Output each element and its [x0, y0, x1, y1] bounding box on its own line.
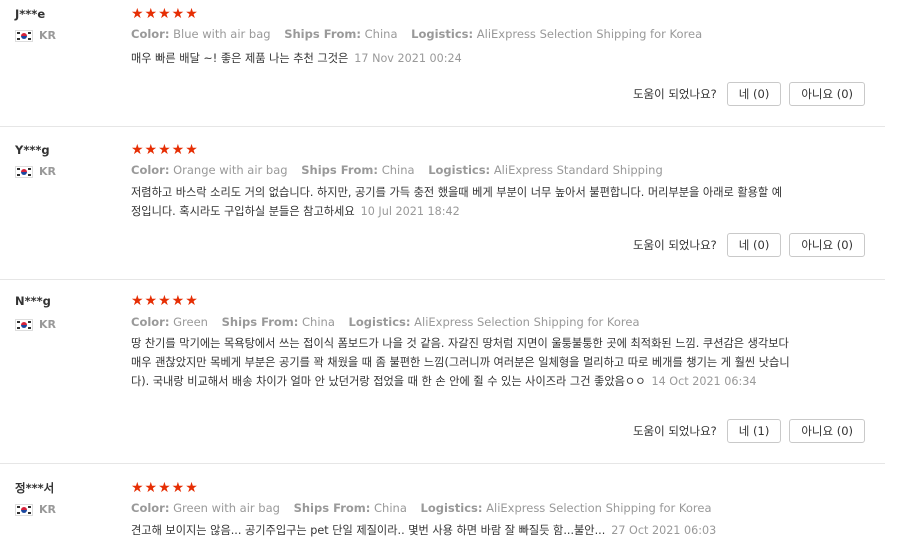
- logistics-value: AliExpress Selection Shipping for Korea: [486, 501, 712, 515]
- korea-flag-icon: [15, 29, 33, 42]
- ships-from-value: China: [381, 163, 415, 177]
- country-code: KR: [39, 318, 56, 331]
- helpful-yes-button[interactable]: 네 (0): [726, 233, 782, 257]
- color-label: Color:: [131, 315, 170, 329]
- star-rating-icon: ★★★★★: [131, 6, 199, 22]
- reviewer-name: J***e: [15, 7, 46, 21]
- review-attributes: Color: Green Ships From: China Logistics…: [131, 315, 650, 329]
- review-text: 매우 빠른 배달 ~! 좋은 제품 나는 추천 그것은: [131, 52, 349, 65]
- review-attributes: Color: Green with air bag Ships From: Ch…: [131, 501, 722, 515]
- review-date: 14 Oct 2021 06:34: [651, 375, 757, 388]
- ships-from-value: China: [374, 501, 407, 515]
- reviewer-country: KR: [15, 165, 56, 178]
- star-rating-icon: ★★★★★: [131, 480, 199, 496]
- korea-flag-icon: [15, 318, 33, 331]
- country-code: KR: [39, 29, 56, 42]
- review-attributes: Color: Blue with air bag Ships From: Chi…: [131, 27, 712, 41]
- logistics-label: Logistics:: [411, 27, 474, 41]
- country-code: KR: [39, 503, 56, 516]
- ships-from-label: Ships From:: [293, 501, 371, 515]
- review-attributes: Color: Orange with air bag Ships From: C…: [131, 163, 673, 177]
- country-code: KR: [39, 165, 56, 178]
- helpful-no-button[interactable]: 아니요 (0): [789, 419, 865, 443]
- helpful-question: 도움이 되었나요?: [632, 87, 717, 101]
- review-content: 저렴하고 바스락 소리도 거의 없습니다. 하지만, 공기를 가득 충전 했을때…: [131, 183, 791, 221]
- helpful-no-button[interactable]: 아니요 (0): [789, 82, 865, 106]
- review-content: 매우 빠른 배달 ~! 좋은 제품 나는 추천 그것은 17 Nov 2021 0…: [131, 49, 791, 68]
- review-date: 17 Nov 2021 00:24: [354, 52, 462, 65]
- helpful-vote: 도움이 되었나요? 네 (0) 아니요 (0): [633, 82, 865, 106]
- korea-flag-icon: [15, 503, 33, 516]
- color-label: Color:: [131, 501, 170, 515]
- color-value: Orange with air bag: [173, 163, 288, 177]
- korea-flag-icon: [15, 165, 33, 178]
- color-value: Blue with air bag: [173, 27, 271, 41]
- logistics-value: AliExpress Selection Shipping for Korea: [414, 315, 640, 329]
- review-date: 10 Jul 2021 18:42: [360, 205, 460, 218]
- ships-from-value: China: [364, 27, 398, 41]
- helpful-no-button[interactable]: 아니요 (0): [789, 233, 865, 257]
- reviewer-country: KR: [15, 318, 56, 331]
- ships-from-label: Ships From:: [284, 27, 361, 41]
- color-label: Color:: [131, 163, 170, 177]
- review-item: 정***서 KR ★★★★★ Color: Green with air bag…: [0, 464, 885, 544]
- review-item: J***e KR ★★★★★ Color: Blue with air bag …: [0, 0, 885, 127]
- color-value: Green with air bag: [173, 501, 280, 515]
- ships-from-label: Ships From:: [221, 315, 299, 329]
- star-rating-icon: ★★★★★: [131, 293, 199, 309]
- reviewer-name: 정***서: [15, 481, 55, 495]
- logistics-value: AliExpress Selection Shipping for Korea: [476, 27, 703, 41]
- review-content: 땅 찬기를 막기에는 목욕탕에서 쓰는 접이식 폼보드가 나을 것 같음. 자갈…: [131, 334, 791, 391]
- star-rating-icon: ★★★★★: [131, 142, 199, 158]
- helpful-question: 도움이 되었나요?: [632, 238, 717, 252]
- logistics-label: Logistics:: [348, 315, 411, 329]
- ships-from-label: Ships From:: [301, 163, 379, 177]
- helpful-vote: 도움이 되었나요? 네 (0) 아니요 (0): [633, 233, 865, 257]
- review-item: Y***g KR ★★★★★ Color: Orange with air ba…: [0, 127, 885, 280]
- logistics-label: Logistics:: [428, 163, 491, 177]
- review-text: 견고해 보이지는 않음... 공기주입구는 pet 단일 제질이라.. 몇번 사…: [131, 524, 606, 537]
- color-value: Green: [173, 315, 208, 329]
- review-item: N***g KR ★★★★★ Color: Green Ships From: …: [0, 280, 885, 464]
- reviewer-name: N***g: [15, 294, 51, 308]
- logistics-value: AliExpress Standard Shipping: [493, 163, 663, 177]
- reviewer-country: KR: [15, 503, 56, 516]
- helpful-question: 도움이 되었나요?: [632, 424, 717, 438]
- ships-from-value: China: [302, 315, 335, 329]
- helpful-vote: 도움이 되었나요? 네 (1) 아니요 (0): [633, 419, 865, 443]
- color-label: Color:: [131, 27, 170, 41]
- logistics-label: Logistics:: [420, 501, 483, 515]
- reviewer-country: KR: [15, 29, 56, 42]
- helpful-yes-button[interactable]: 네 (1): [726, 419, 782, 443]
- review-date: 27 Oct 2021 06:03: [611, 524, 717, 537]
- helpful-yes-button[interactable]: 네 (0): [726, 82, 782, 106]
- reviewer-name: Y***g: [15, 143, 50, 157]
- review-content: 견고해 보이지는 않음... 공기주입구는 pet 단일 제질이라.. 몇번 사…: [131, 521, 791, 540]
